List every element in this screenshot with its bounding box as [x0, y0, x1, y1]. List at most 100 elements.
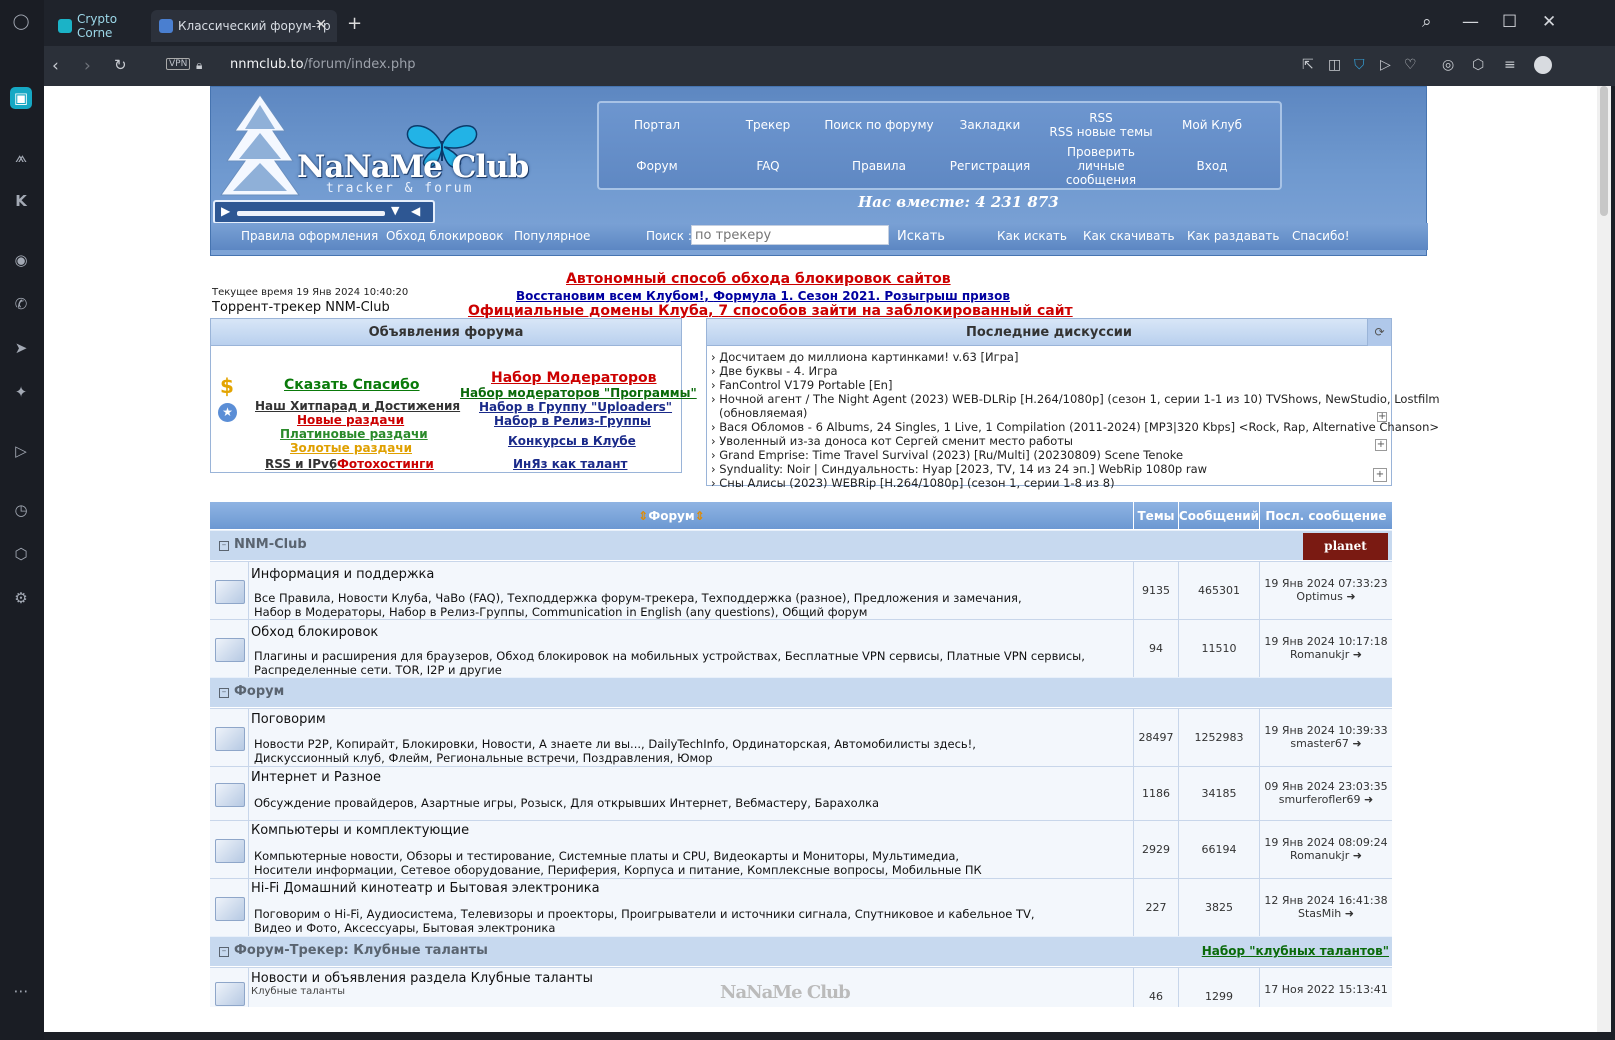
- disc-item[interactable]: › Две буквы - 4. Игра: [711, 364, 838, 378]
- category-title[interactable]: NNM-Club: [234, 537, 307, 552]
- send-icon[interactable]: ▷: [1380, 57, 1391, 73]
- ann-contests[interactable]: Конкурсы в Клубе: [508, 434, 636, 448]
- last-post-user[interactable]: StasMih ➜: [1261, 907, 1391, 920]
- more-icon[interactable]: ⋯: [10, 980, 32, 1002]
- subforums-line[interactable]: Компьютерные новости, Обзоры и тестирова…: [254, 849, 959, 863]
- disc-item[interactable]: › Вася Обломов - 6 Albums, 24 Singles, 1…: [711, 420, 1439, 434]
- link-bypass-blocks[interactable]: Обход блокировок: [386, 229, 503, 243]
- page-scrollbar[interactable]: [1597, 86, 1611, 1032]
- player-icon[interactable]: ▷: [10, 440, 32, 462]
- site-logo-text[interactable]: NaNaMe Club: [297, 149, 529, 185]
- banner-7-ways[interactable]: 7 способов зайти на заблокированный сайт: [718, 303, 1072, 319]
- forum-title[interactable]: Hi-Fi Домашний кинотеатр и Бытовая элект…: [251, 881, 600, 896]
- forum-title[interactable]: Обход блокировок: [251, 625, 378, 640]
- menu-portal[interactable]: Портал: [601, 105, 713, 145]
- ann-inyaz[interactable]: ИнЯз как талант: [513, 457, 627, 471]
- disc-item[interactable]: › Уволенный из-за доноса кот Сергей смен…: [711, 434, 1073, 448]
- cube-icon[interactable]: ⬡: [1472, 57, 1484, 73]
- banner-autonomous-bypass[interactable]: Автономный способ обхода блокировок сайт…: [566, 271, 951, 287]
- link-thanks[interactable]: Спасибо!: [1292, 229, 1350, 243]
- collapse-icon[interactable]: –: [219, 688, 229, 698]
- ann-uploaders[interactable]: Набор в Группу "Uploaders": [479, 400, 672, 414]
- refresh-icon[interactable]: ⟳: [1367, 319, 1391, 346]
- check-icon[interactable]: ◎: [1442, 57, 1454, 73]
- new-tab-button[interactable]: +: [347, 13, 362, 34]
- disc-item[interactable]: › Досчитаем до миллиона картинками! v.63…: [711, 350, 1018, 364]
- shield-icon[interactable]: ⛉: [1354, 57, 1365, 73]
- ann-new-releases[interactable]: Новые раздачи: [297, 413, 404, 427]
- ann-moderators[interactable]: Набор Модераторов: [491, 370, 657, 386]
- maximize-button[interactable]: ☐: [1502, 12, 1517, 32]
- category-title[interactable]: Форум: [234, 684, 284, 699]
- ann-release-groups[interactable]: Набор в Релиз-Группы: [494, 414, 651, 428]
- banner-official-domains[interactable]: Официальные домены Клуба: [468, 303, 708, 319]
- collapse-icon[interactable]: –: [219, 947, 229, 957]
- planet-maya-badge[interactable]: planet MAYA: [1303, 533, 1388, 580]
- subforums-line[interactable]: Видео и Фото, Аксессуары, Бытовая электр…: [254, 921, 555, 935]
- vpn-badge[interactable]: VPN: [166, 58, 191, 70]
- mountain-icon[interactable]: ⩕: [10, 146, 32, 168]
- category-forum[interactable]: – Форум: [210, 677, 1392, 707]
- collapse-icon[interactable]: –: [219, 541, 229, 551]
- ann-say-thanks[interactable]: Сказать Спасибо: [284, 377, 420, 393]
- extensions-icon[interactable]: ⬡: [10, 543, 32, 565]
- link-how-seed[interactable]: Как раздавать: [1187, 229, 1279, 243]
- expand-icon[interactable]: +: [1373, 468, 1387, 482]
- play-icon[interactable]: ▶: [221, 204, 230, 218]
- player-progress[interactable]: [237, 211, 385, 216]
- forum-title[interactable]: Новости и объявления раздела Клубные тал…: [251, 971, 593, 986]
- heart-icon[interactable]: ♡: [1404, 57, 1417, 73]
- disc-item[interactable]: › Syndualіty: Noir | Синдуальность: Нуар…: [711, 462, 1207, 476]
- banner-restore-club[interactable]: Восстановим всем Клубом!: [516, 289, 704, 303]
- menu-faq[interactable]: FAQ: [712, 146, 824, 186]
- tab-crypto[interactable]: Crypto Corne: [50, 10, 146, 42]
- disc-item[interactable]: › FanControl V179 Portable [En]: [711, 378, 892, 392]
- whatsapp-icon[interactable]: ✆: [10, 293, 32, 315]
- last-post-user[interactable]: smaster67 ➜: [1261, 737, 1391, 750]
- subforums-line[interactable]: Набор в Модераторы, Набор в Релиз-Группы…: [254, 605, 867, 619]
- disc-item[interactable]: › Ночной агент / The Night Agent (2023) …: [711, 392, 1440, 406]
- forum-title[interactable]: Поговорим: [251, 712, 326, 727]
- subforums-line[interactable]: Носители информации, Сетевое оборудовани…: [254, 863, 982, 877]
- menu-login[interactable]: Вход: [1156, 146, 1268, 186]
- disc-item[interactable]: › Grand Emprise: Time Travel Survival (2…: [711, 448, 1183, 462]
- menu-rules[interactable]: Правила: [823, 146, 935, 186]
- banner-formula1[interactable]: Формула 1. Сезон 2021. Розыгрыш призов: [713, 289, 1010, 303]
- category-nnm-club[interactable]: – NNM-Club planet MAYA: [210, 530, 1392, 580]
- menu-bookmarks[interactable]: Закладки: [934, 105, 1046, 145]
- menu-rss[interactable]: RSS RSS новые темы: [1045, 105, 1157, 145]
- expand-icon[interactable]: +: [1375, 439, 1387, 451]
- link-popular[interactable]: Популярное: [514, 229, 590, 243]
- menu-forum-search[interactable]: Поиск по форуму: [823, 105, 935, 145]
- radio-player[interactable]: ▶ ▼ ◀: [213, 200, 435, 224]
- forward-button[interactable]: ›: [84, 56, 91, 76]
- close-tab-icon[interactable]: ✕: [315, 17, 327, 33]
- twitter-icon[interactable]: ✦: [10, 381, 32, 403]
- reload-button[interactable]: ↻: [114, 56, 127, 74]
- search-input[interactable]: [691, 225, 889, 245]
- link-how-download[interactable]: Как скачивать: [1083, 229, 1175, 243]
- share-icon[interactable]: ⇱: [1302, 57, 1314, 73]
- tab-nnmclub[interactable]: Классический форум-тр ✕: [151, 10, 337, 42]
- back-button[interactable]: ‹: [52, 56, 59, 76]
- menu-tracker[interactable]: Трекер: [712, 105, 824, 145]
- last-post-user[interactable]: smurferofler69 ➜: [1261, 793, 1391, 806]
- link-design-rules[interactable]: Правила оформления: [241, 229, 378, 243]
- ann-platinum[interactable]: Платиновые раздачи: [280, 427, 428, 441]
- menu-check-pm[interactable]: Проверить личные сообщения: [1045, 145, 1157, 187]
- ann-gold[interactable]: Золотые раздачи: [290, 441, 412, 455]
- search-button[interactable]: Искать: [897, 229, 945, 244]
- url-field[interactable]: nnmclub.to/forum/index.php: [230, 57, 416, 72]
- avatar[interactable]: [1534, 56, 1552, 74]
- ann-hitparade[interactable]: Наш Хитпарад и Достижения: [255, 399, 460, 413]
- menu-my-club[interactable]: Мой Клуб: [1156, 105, 1268, 145]
- ann-mod-programs[interactable]: Набор модераторов "Программы": [460, 386, 697, 400]
- chevron-down-icon[interactable]: ▼: [391, 204, 399, 217]
- k-icon[interactable]: K: [10, 190, 32, 212]
- telegram-icon[interactable]: ➤: [10, 337, 32, 359]
- link-how-search[interactable]: Как искать: [997, 229, 1067, 243]
- minimize-button[interactable]: —: [1462, 12, 1479, 32]
- menu-forum[interactable]: Форум: [601, 146, 713, 186]
- club-talents-recruit-link[interactable]: Набор "клубных талантов": [1202, 944, 1389, 958]
- subforums-line[interactable]: Распределенные сети. TOR, I2P и другие: [254, 663, 502, 677]
